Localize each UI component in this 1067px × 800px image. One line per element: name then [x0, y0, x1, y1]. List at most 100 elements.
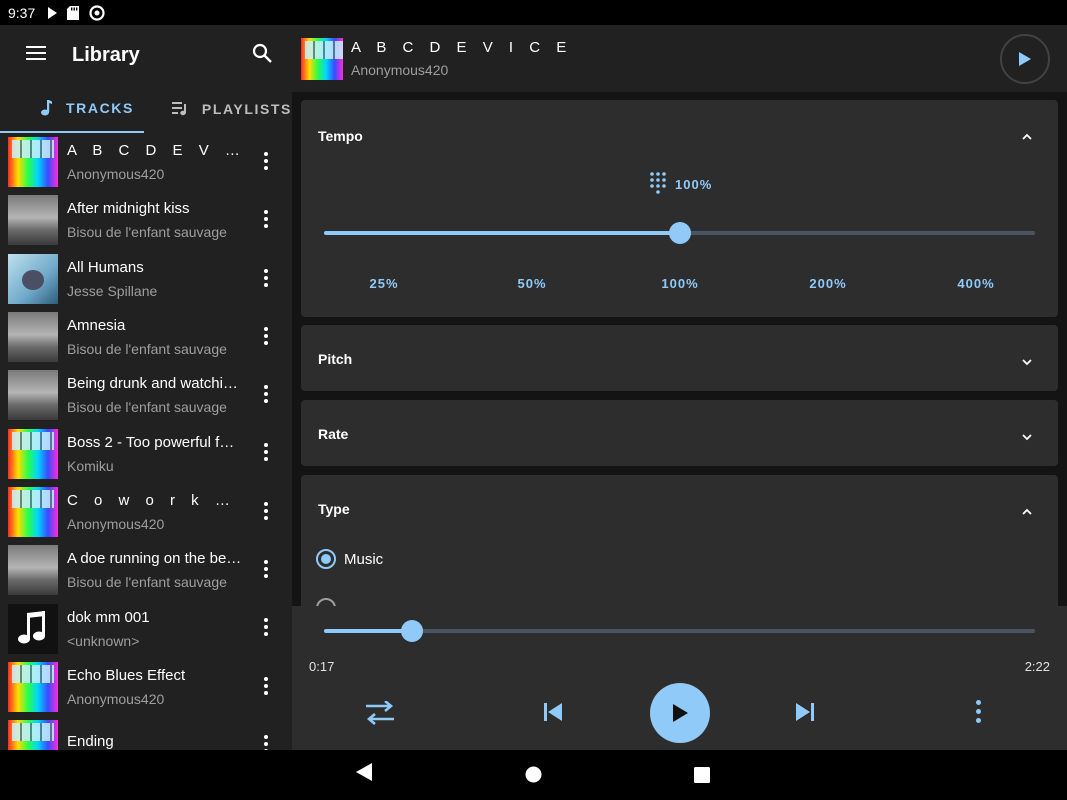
seek-bar-fill — [324, 629, 413, 633]
home-icon[interactable] — [525, 766, 542, 788]
tab-tracks[interactable]: TRACKS — [0, 85, 144, 133]
track-more-icon[interactable] — [264, 676, 268, 695]
rate-card[interactable]: Rate — [301, 400, 1058, 466]
track-more-icon[interactable] — [264, 560, 268, 579]
tempo-slider-fill — [324, 231, 680, 235]
repeat-shuffle-icon[interactable] — [366, 701, 394, 725]
seek-bar-handle[interactable] — [401, 620, 424, 642]
track-row[interactable]: Being drunk and watchi… Bisou de l'enfant… — [0, 366, 292, 424]
track-title: A doe running on the be… — [67, 550, 242, 568]
play-icon — [1019, 52, 1031, 66]
sd-card-icon — [67, 5, 80, 20]
music-note-icon — [18, 610, 45, 644]
track-row[interactable]: dok mm 001 <unknown> — [0, 599, 292, 657]
tempo-tick-label: 25% — [369, 276, 399, 291]
pitch-heading: Pitch — [318, 351, 353, 367]
search-icon[interactable] — [252, 43, 272, 68]
now-playing-artist: Anonymous420 — [351, 62, 449, 78]
skip-previous-icon[interactable] — [544, 703, 564, 721]
tempo-heading: Tempo — [318, 128, 363, 144]
chevron-up-icon[interactable] — [1022, 127, 1032, 145]
back-icon[interactable] — [356, 763, 372, 786]
track-artist: Anonymous420 — [67, 166, 165, 183]
chevron-down-icon[interactable] — [1022, 428, 1032, 446]
radio-selected-icon[interactable] — [316, 549, 336, 569]
skip-next-icon[interactable] — [794, 703, 814, 721]
tab-playlists-label: PLAYLISTS — [201, 101, 292, 117]
library-app-bar: Library — [0, 25, 292, 85]
status-time: 9:37 — [8, 4, 36, 21]
track-album-art — [8, 137, 58, 188]
tempo-card: Tempo 100% 25% 50% 100% 200% 400% — [301, 100, 1058, 317]
seek-bar-track[interactable] — [324, 629, 1035, 633]
track-title: All Humans — [67, 258, 144, 276]
track-row[interactable]: Amnesia Bisou de l'enfant sauvage — [0, 308, 292, 366]
tempo-value-label: 100% — [675, 177, 713, 192]
track-more-icon[interactable] — [264, 210, 268, 229]
now-playing-album-art — [301, 37, 343, 80]
track-more-icon[interactable] — [264, 326, 268, 345]
track-more-icon[interactable] — [264, 501, 268, 520]
tab-playlists[interactable]: PLAYLISTS — [144, 85, 292, 133]
system-nav-bar — [0, 750, 1067, 800]
track-more-icon[interactable] — [264, 385, 268, 404]
track-artist: <unknown> — [67, 632, 140, 649]
track-title: Being drunk and watchi… — [67, 375, 238, 393]
library-tabs: TRACKS PLAYLISTS — [0, 85, 292, 133]
track-row[interactable]: Echo Blues Effect Anonymous420 — [0, 658, 292, 716]
pitch-card[interactable]: Pitch — [301, 325, 1058, 391]
chevron-down-icon[interactable] — [1022, 353, 1032, 371]
track-album-art — [8, 312, 58, 363]
status-bar: 9:37 — [0, 0, 1067, 750]
track-more-icon[interactable] — [264, 618, 268, 637]
track-more-icon[interactable] — [264, 443, 268, 462]
play-button[interactable] — [650, 683, 710, 743]
track-more-icon[interactable] — [264, 152, 268, 170]
track-row[interactable]: Ending — [0, 716, 292, 750]
track-artist: Jesse Spillane — [67, 282, 158, 299]
track-title: Ending — [67, 733, 114, 750]
total-duration: 2:22 — [1024, 659, 1050, 674]
tempo-tick-label: 100% — [661, 276, 699, 291]
track-artist: Bisou de l'enfant sauvage — [67, 399, 227, 416]
track-more-icon[interactable] — [264, 268, 268, 287]
elapsed-time: 0:17 — [309, 659, 335, 674]
track-row[interactable]: C o w o r k P a r t… Anonymous420 — [0, 483, 292, 541]
menu-icon[interactable] — [26, 45, 46, 65]
dialpad-icon — [650, 172, 666, 197]
library-title: Library — [72, 43, 140, 66]
track-row[interactable]: After midnight kiss Bisou de l'enfant sau… — [0, 191, 292, 249]
track-title: dok mm 001 — [67, 608, 150, 626]
library-panel: Library TRACKS PLAYLISTS A B C D E V I C… — [0, 25, 292, 750]
overview-icon[interactable] — [694, 767, 710, 788]
track-title: C o w o r k P a r t… — [67, 491, 245, 509]
type-option-music[interactable]: Music — [316, 549, 383, 569]
track-album-art — [8, 428, 58, 479]
data-saver-icon — [89, 4, 105, 21]
track-artist: Bisou de l'enfant sauvage — [67, 574, 227, 591]
track-artist: Komiku — [67, 457, 114, 474]
track-title: Amnesia — [67, 317, 126, 335]
tempo-slider-handle[interactable] — [668, 222, 691, 244]
track-row[interactable]: A B C D E V I C E Anonymous420 — [0, 133, 292, 191]
track-row[interactable]: Boss 2 - Too powerful f… Komiku — [0, 424, 292, 482]
mini-play-button[interactable] — [1000, 34, 1050, 84]
track-title: Boss 2 - Too powerful f… — [67, 433, 235, 451]
track-album-art — [8, 253, 58, 304]
now-playing-title: A B C D E V I C E — [351, 39, 573, 56]
play-status-icon — [47, 6, 58, 19]
now-playing-bar[interactable]: A B C D E V I C E Anonymous420 — [292, 25, 1067, 92]
player-more-icon[interactable] — [976, 700, 981, 723]
track-album-art — [8, 486, 58, 537]
track-album-art — [8, 545, 58, 596]
track-row[interactable]: A doe running on the be… Bisou de l'enfan… — [0, 541, 292, 599]
music-note-icon — [40, 100, 52, 116]
tempo-value-display: 100% — [650, 172, 712, 197]
track-row[interactable]: All Humans Jesse Spillane — [0, 250, 292, 308]
track-more-icon[interactable] — [264, 734, 268, 750]
chevron-up-icon[interactable] — [1022, 502, 1032, 520]
track-album-art — [8, 720, 58, 750]
track-title: After midnight kiss — [67, 200, 190, 218]
track-list: A B C D E V I C E Anonymous420 After midni… — [0, 133, 292, 750]
tempo-tick-label: 200% — [809, 276, 847, 291]
